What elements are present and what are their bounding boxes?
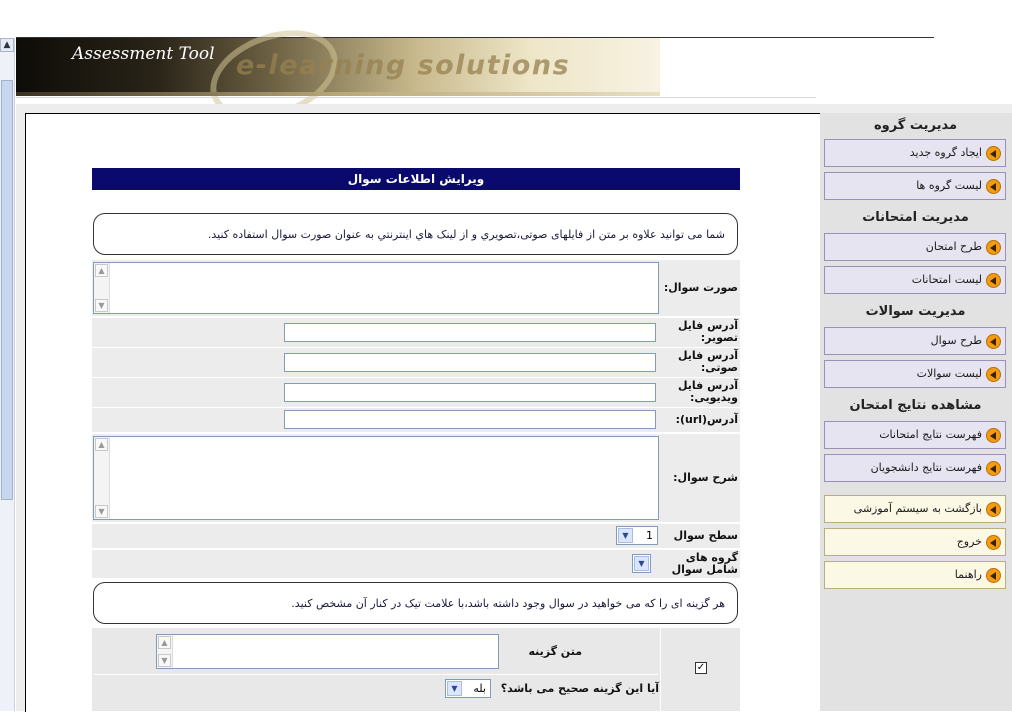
scroll-up-icon[interactable]: ▲ <box>95 264 108 277</box>
image-url-input[interactable] <box>284 323 656 342</box>
groups-select[interactable]: ▼ <box>632 554 651 573</box>
option-fields: ▲ ▼ متن گزینه ▼ بله آیا این گزینه صحیح م… <box>92 628 661 711</box>
sidebar-item-help[interactable]: راهنما <box>824 561 1006 589</box>
explanation-row: ▲ ▼ شرح سوال: <box>92 434 740 522</box>
audio-url-input[interactable] <box>284 353 656 372</box>
arrow-left-icon <box>986 501 1001 517</box>
sidebar-item-new-question[interactable]: طرح سوال <box>824 327 1006 355</box>
audio-url-label: آدرس فایل صوتی: <box>677 349 738 374</box>
banner-title: Assessment Tool <box>72 44 215 64</box>
sidebar-item-logout[interactable]: خروج <box>824 528 1006 556</box>
textarea-scrollbar[interactable]: ▲ ▼ <box>157 635 173 668</box>
sidebar-item-new-group[interactable]: ایجاد گروه جدید <box>824 139 1006 167</box>
scroll-down-icon[interactable]: ▼ <box>158 654 171 667</box>
sidebar-section-title: مشاهده نتایج امتحان <box>849 398 982 413</box>
video-url-row: آدرس فایل ویدیویی: <box>92 378 740 407</box>
arrow-left-icon <box>986 534 1001 550</box>
option-text-input[interactable]: ▲ ▼ <box>156 634 499 669</box>
link-url-label: آدرس(url): <box>675 413 738 426</box>
arrow-left-icon <box>986 460 1001 476</box>
video-url-label: آدرس فایل ویدیویی: <box>677 379 738 404</box>
image-url-row: آدرس فایل تصویر: <box>92 318 740 347</box>
info-note: شما می توانید علاوه بر متن از فایلهای صو… <box>93 213 738 255</box>
explanation-input[interactable]: ▲ ▼ <box>93 436 659 520</box>
correct-value: بله <box>473 682 486 695</box>
option-checkbox[interactable]: ✓ <box>695 662 707 674</box>
link-url-row: آدرس(url): <box>92 408 740 432</box>
arrow-left-icon <box>986 239 1001 255</box>
option-block: ▲ ▼ متن گزینه ▼ بله آیا این گزینه صحیح م… <box>92 628 740 711</box>
sidebar-section-title: مدیریت گروه <box>873 118 958 133</box>
sidebar-item-exam-list[interactable]: لیست امتحانات <box>824 266 1006 294</box>
banner-stripe <box>16 92 660 96</box>
sidebar-item-back-to-lms[interactable]: بازگشت به سیستم آموزشی <box>824 495 1006 523</box>
textarea-scrollbar[interactable]: ▲ ▼ <box>94 437 110 519</box>
link-url-input[interactable] <box>284 410 656 429</box>
chevron-down-icon[interactable]: ▼ <box>447 681 462 696</box>
banner-underline <box>16 97 816 98</box>
level-row: ▼ 1 سطح سوال <box>92 524 740 548</box>
sidebar-item-student-results[interactable]: فهرست نتایج دانشجویان <box>824 454 1006 482</box>
image-url-label: آدرس فایل تصویر: <box>677 319 738 344</box>
correct-label: آیا این گزینه صحیح می باشد؟ <box>500 682 659 695</box>
scroll-down-icon[interactable]: ▼ <box>95 299 108 312</box>
options-note: هر گزینه ای را که می خواهید در سوال وجود… <box>93 582 738 624</box>
scroll-down-icon[interactable]: ▼ <box>95 505 108 518</box>
banner-slogan: e-learning solutions <box>236 50 571 81</box>
level-label: سطح سوال <box>673 529 738 542</box>
explanation-label: شرح سوال: <box>673 471 738 484</box>
form-title: ویرایش اطلاعات سوال <box>92 168 740 190</box>
arrow-left-icon <box>986 366 1001 382</box>
arrow-left-icon <box>986 178 1001 194</box>
scroll-up-arrow-icon[interactable]: ▲ <box>0 38 14 52</box>
sidebar-item-new-exam[interactable]: طرح امتحان <box>824 233 1006 261</box>
arrow-left-icon <box>986 145 1001 161</box>
correct-select[interactable]: ▼ بله <box>445 679 491 698</box>
sidebar-section-title: مدیریت سوالات <box>865 304 966 319</box>
sidebar: مدیریت گروه ایجاد گروه جدید لیست گروه ها… <box>819 113 1012 711</box>
arrow-left-icon <box>986 427 1001 443</box>
audio-url-row: آدرس فایل صوتی: <box>92 348 740 377</box>
sidebar-item-group-list[interactable]: لیست گروه ها <box>824 172 1006 200</box>
question-text-label: صورت سوال: <box>663 281 738 294</box>
scrollbar-thumb[interactable] <box>1 80 13 500</box>
video-url-input[interactable] <box>284 383 656 402</box>
option-text-label: متن گزینه <box>528 645 582 658</box>
groups-row: ▼ گروه های شامل سوال <box>92 550 740 578</box>
sidebar-section-title: مدیریت امتحانات <box>862 210 969 225</box>
textarea-scrollbar[interactable]: ▲ ▼ <box>94 263 110 313</box>
groups-label: گروه های شامل سوال <box>671 551 738 576</box>
level-select[interactable]: ▼ 1 <box>616 526 658 545</box>
sidebar-item-exam-results[interactable]: فهرست نتایج امتحانات <box>824 421 1006 449</box>
chevron-down-icon[interactable]: ▼ <box>618 528 633 543</box>
question-text-input[interactable]: ▲ ▼ <box>93 262 659 314</box>
scroll-up-icon[interactable]: ▲ <box>95 438 108 451</box>
option-divider <box>94 674 658 675</box>
arrow-left-icon <box>986 272 1001 288</box>
sidebar-item-question-list[interactable]: لیست سوالات <box>824 360 1006 388</box>
scroll-up-icon[interactable]: ▲ <box>158 636 171 649</box>
level-value: 1 <box>646 529 653 542</box>
arrow-left-icon <box>986 567 1001 583</box>
question-text-row: ▲ ▼ صورت سوال: <box>92 260 740 316</box>
arrow-left-icon <box>986 333 1001 349</box>
chevron-down-icon[interactable]: ▼ <box>634 556 649 571</box>
